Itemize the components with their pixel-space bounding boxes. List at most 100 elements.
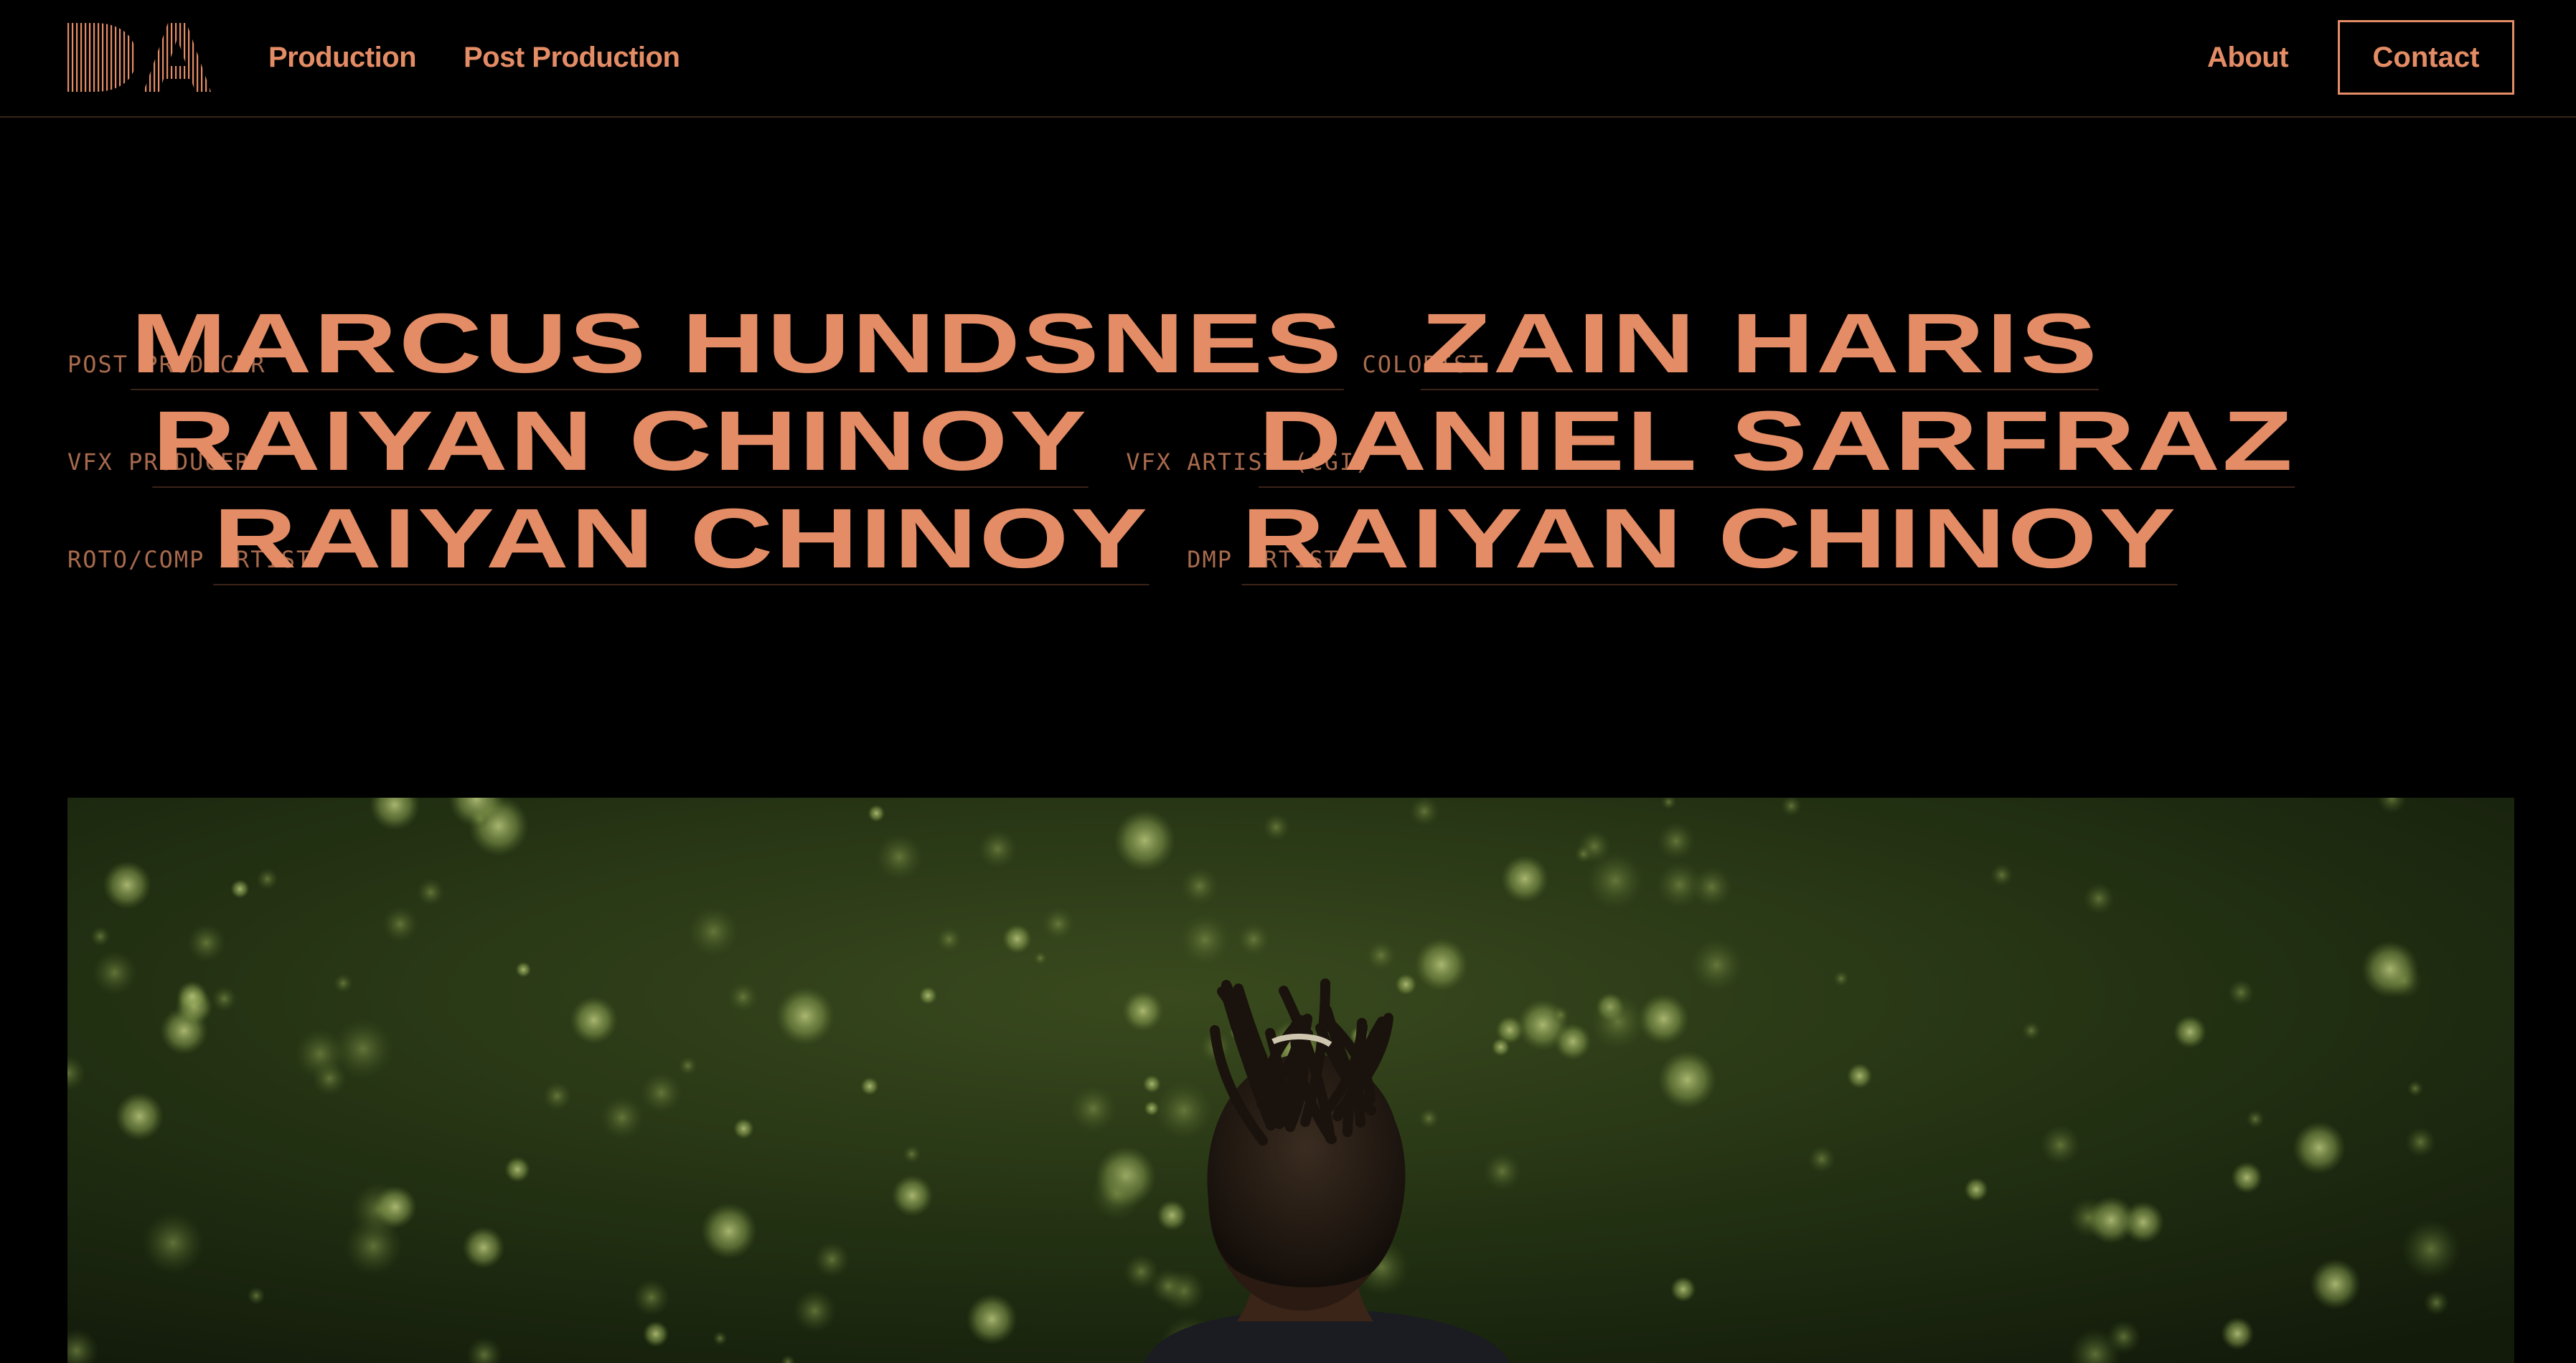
credit-name[interactable]: RAIYAN CHINOY [213, 496, 1150, 585]
bokeh-highlight [177, 981, 208, 1012]
bokeh-highlight [1236, 922, 1271, 957]
bokeh-highlight [1483, 1152, 1522, 1191]
bokeh-highlight [1964, 1177, 1988, 1202]
bokeh-highlight [1395, 973, 1417, 996]
bokeh-highlight [1041, 907, 1075, 941]
bokeh-highlight [542, 1081, 573, 1111]
bokeh-highlight [1144, 1100, 1160, 1116]
credits-list: POST PRODUCER MARCUS HUNDSNES COLORIST Z… [67, 301, 2521, 594]
credit-row: VFX PRODUCER RAIYAN CHINOY VFX ARTIST (C… [67, 399, 2521, 496]
credit-name[interactable]: RAIYAN CHINOY [1241, 496, 2178, 585]
bokeh-highlight [1156, 1199, 1188, 1231]
bokeh-highlight [1690, 938, 1744, 992]
bokeh-highlight [2405, 1126, 2436, 1158]
bokeh-highlight [333, 973, 353, 994]
bokeh-highlight [2039, 1124, 2081, 1166]
photo-person-in-forest-icon [67, 798, 2514, 1363]
bokeh-highlight [1554, 1023, 1592, 1060]
bokeh-highlight [1808, 1145, 1835, 1173]
bokeh-highlight [1419, 1108, 1439, 1129]
credit-name[interactable]: RAIYAN CHINOY [152, 399, 1089, 488]
nav-about[interactable]: About [2207, 37, 2289, 77]
bokeh-highlight [2173, 1015, 2206, 1049]
bokeh-highlight [1150, 1268, 1187, 1304]
logo-link[interactable] [67, 23, 211, 92]
bokeh-highlight [115, 1092, 164, 1141]
bokeh-highlight [902, 1144, 921, 1164]
bokeh-highlight [187, 923, 226, 963]
bokeh-highlight [600, 1095, 644, 1140]
bokeh-highlight [294, 1028, 346, 1080]
bokeh-highlight [642, 1321, 669, 1347]
bokeh-highlight [1365, 940, 1397, 971]
bokeh-highlight [2087, 1196, 2135, 1245]
bokeh-highlight [1262, 813, 1291, 841]
bokeh-highlight [1180, 867, 1219, 905]
bokeh-highlight [1122, 990, 1164, 1032]
bokeh-highlight [688, 906, 739, 957]
bokeh-highlight [1178, 913, 1231, 966]
bokeh-highlight [1155, 1081, 1213, 1140]
bokeh-highlight [640, 1071, 682, 1114]
bokeh-highlight [382, 906, 419, 943]
bokeh-highlight [936, 926, 962, 953]
bokeh-highlight [776, 986, 835, 1046]
bokeh-highlight [977, 829, 1018, 869]
bokeh-highlight [2106, 1320, 2141, 1354]
credit-name[interactable]: DANIEL SARFRAZ [1259, 399, 2295, 488]
bokeh-highlight [700, 1202, 758, 1260]
credit-name[interactable]: ZAIN HARIS [1420, 301, 2099, 390]
bokeh-highlight [103, 860, 152, 910]
bokeh-highlight [1670, 1276, 1696, 1302]
hero-image [67, 798, 2514, 1363]
bokeh-highlight [813, 1241, 850, 1278]
bokeh-highlight [875, 833, 923, 881]
bokeh-highlight [728, 982, 758, 1012]
bokeh-highlight [1551, 1005, 1570, 1024]
bokeh-highlight [570, 996, 618, 1044]
bokeh-highlight [678, 1056, 697, 1075]
bokeh-highlight [515, 961, 532, 978]
credit-row: POST PRODUCER MARCUS HUNDSNES COLORIST Z… [67, 301, 2521, 399]
bokeh-highlight [2310, 1258, 2361, 1310]
bokeh-highlight [374, 1185, 417, 1229]
bokeh-highlight [966, 1293, 1017, 1345]
bokeh-highlight [2423, 1290, 2450, 1316]
bokeh-highlight [462, 1226, 505, 1269]
da-logo-icon [67, 23, 211, 92]
credit-row: ROTO/COMP ARTIST RAIYAN CHINOY DMP ARTIS… [67, 496, 2521, 594]
bokeh-highlight [1637, 993, 1689, 1044]
bokeh-highlight [416, 878, 445, 907]
bokeh-highlight [1033, 951, 1048, 966]
bokeh-highlight [2221, 1317, 2255, 1350]
bokeh-highlight [2246, 1110, 2265, 1128]
credit-name[interactable]: MARCUS HUNDSNES [131, 301, 1345, 390]
bokeh-highlight [92, 951, 137, 995]
contact-button[interactable]: Contact [2338, 20, 2514, 95]
bokeh-highlight [247, 1286, 265, 1306]
bokeh-highlight [1574, 844, 1593, 864]
bokeh-highlight [1990, 864, 2013, 887]
bokeh-highlight [2407, 1080, 2424, 1097]
bokeh-highlight [1500, 854, 1549, 903]
bokeh-highlight [1590, 994, 1646, 1050]
bokeh-highlight [1846, 1063, 1873, 1089]
bokeh-highlight [2022, 1021, 2041, 1040]
nav-production[interactable]: Production [268, 37, 417, 77]
bokeh-highlight [230, 879, 250, 899]
bokeh-highlight [733, 1118, 754, 1139]
bokeh-highlight [1114, 809, 1176, 872]
bokeh-highlight [2083, 882, 2115, 915]
bokeh-highlight [256, 868, 278, 890]
site-header: Production Post Production About Contact [0, 0, 2576, 118]
bokeh-highlight [918, 986, 938, 1005]
nav-post-production[interactable]: Post Production [464, 37, 680, 77]
bokeh-highlight [1091, 1168, 1143, 1220]
bokeh-highlight [90, 926, 111, 947]
bokeh-highlight [1142, 1075, 1162, 1093]
bokeh-highlight [891, 1174, 934, 1217]
bokeh-highlight [632, 1278, 670, 1316]
bokeh-highlight [1658, 1050, 1717, 1109]
bokeh-highlight [1656, 821, 1696, 861]
bokeh-highlight [141, 1211, 205, 1275]
